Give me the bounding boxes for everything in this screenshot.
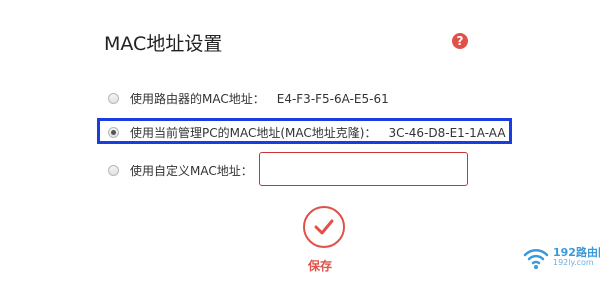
router-mac-value: E4-F3-F5-6A-E5-61 [276,91,389,106]
save-label: 保存 [308,259,333,273]
mac-settings-page: MAC地址设置 ? 使用路由器的MAC地址： E4-F3-F5-6A-E5-61… [0,0,600,281]
checkmark-icon [314,219,334,235]
radio-custom-mac[interactable] [108,165,119,176]
option-clone-pc-mac-label: 使用当前管理PC的MAC地址(MAC地址克隆)： [130,126,377,140]
pc-mac-value: 3C-46-D8-E1-1A-AA [388,125,506,140]
save-circle[interactable] [303,206,345,248]
option-custom-mac-label: 使用自定义MAC地址： [130,164,253,178]
option-router-mac-label: 使用路由器的MAC地址： [130,92,265,106]
option-custom-mac[interactable]: 使用自定义MAC地址： [108,162,253,179]
radio-clone-pc-mac[interactable] [108,127,119,138]
save-button[interactable]: 保存 [302,206,346,274]
watermark: 192路由网 192ly.com [522,244,600,274]
custom-mac-input[interactable] [259,152,468,186]
option-router-mac[interactable]: 使用路由器的MAC地址： E4-F3-F5-6A-E5-61 [108,90,389,107]
page-title: MAC地址设置 [104,33,223,55]
question-mark-icon[interactable]: ? [452,33,468,49]
option-clone-pc-mac[interactable]: 使用当前管理PC的MAC地址(MAC地址克隆)： 3C-46-D8-E1-1A-… [108,124,506,141]
wifi-icon [523,248,549,269]
radio-router-mac[interactable] [108,93,119,104]
watermark-subtitle: 192ly.com [553,258,594,267]
